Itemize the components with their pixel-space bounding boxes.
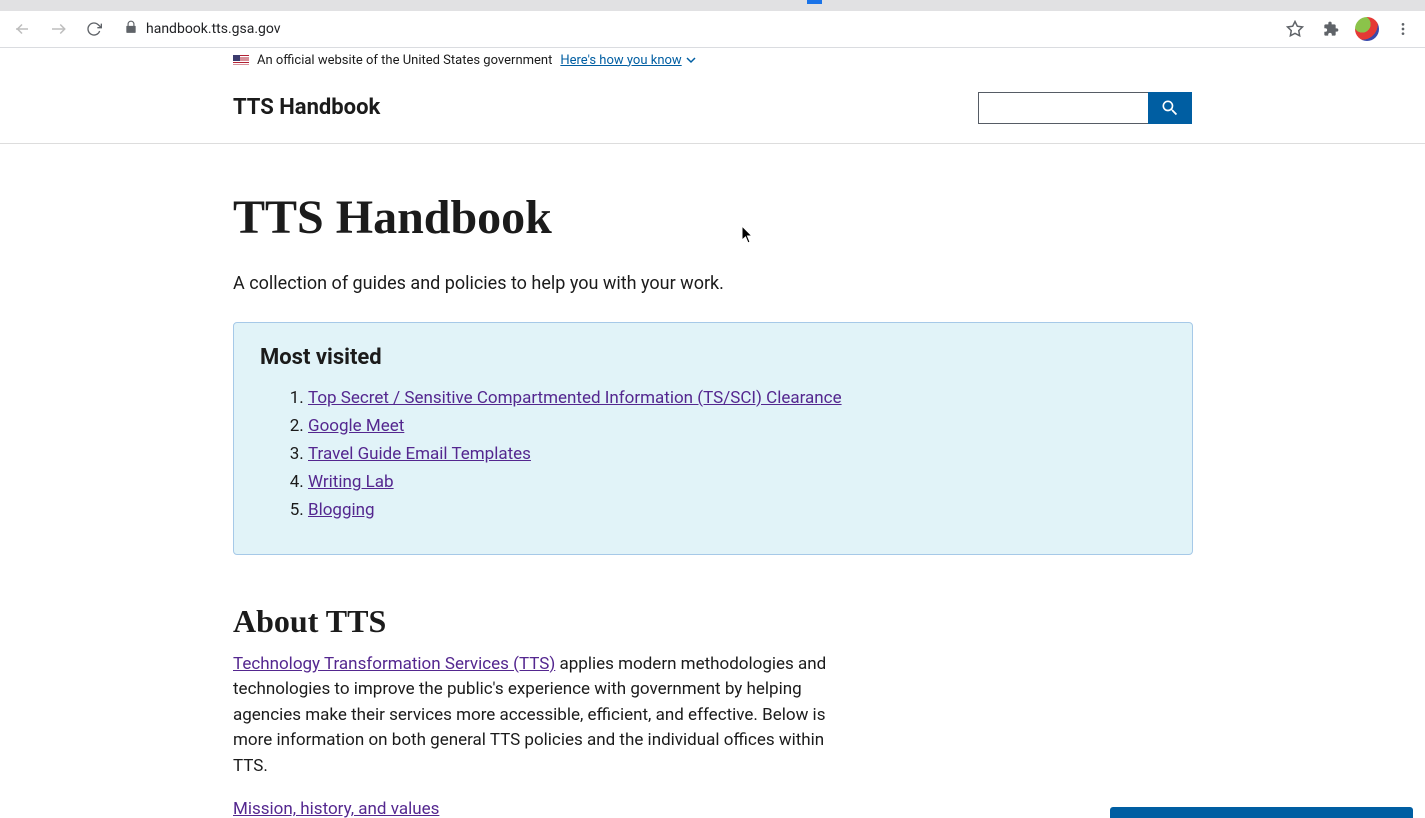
forward-button[interactable]	[44, 15, 72, 43]
mission-link-line: Mission, history, and values	[233, 799, 1192, 818]
feedback-tab[interactable]	[1110, 807, 1413, 818]
arrow-right-icon	[49, 20, 67, 38]
most-visited-link[interactable]: Writing Lab	[308, 472, 394, 492]
menu-button[interactable]	[1389, 15, 1417, 43]
reload-button[interactable]	[80, 15, 108, 43]
most-visited-link[interactable]: Google Meet	[308, 416, 404, 436]
reload-icon	[86, 21, 102, 37]
avatar-icon	[1355, 17, 1379, 41]
browser-toolbar: handbook.tts.gsa.gov	[0, 11, 1425, 47]
list-item: Google Meet	[308, 416, 1166, 436]
search-form	[978, 92, 1192, 124]
search-input[interactable]	[978, 92, 1148, 124]
extensions-button[interactable]	[1317, 15, 1345, 43]
profile-button[interactable]	[1353, 15, 1381, 43]
site-header: TTS Handbook	[0, 72, 1425, 144]
url-text: handbook.tts.gsa.gov	[146, 21, 281, 37]
address-bar[interactable]: handbook.tts.gsa.gov	[124, 20, 281, 38]
page-title: TTS Handbook	[233, 192, 1192, 245]
most-visited-link[interactable]: Travel Guide Email Templates	[308, 444, 531, 464]
list-item: Writing Lab	[308, 472, 1166, 492]
bookmark-button[interactable]	[1281, 15, 1309, 43]
star-icon	[1286, 20, 1304, 38]
chevron-down-icon	[686, 55, 696, 65]
main-content: TTS Handbook A collection of guides and …	[0, 144, 1425, 818]
lock-icon	[124, 20, 138, 38]
search-icon	[1160, 98, 1180, 118]
list-item: Blogging	[308, 500, 1166, 520]
most-visited-heading: Most visited	[260, 345, 1166, 370]
back-button[interactable]	[8, 15, 36, 43]
about-heading: About TTS	[233, 603, 1192, 640]
page-body: An official website of the United States…	[0, 48, 1425, 818]
gov-banner: An official website of the United States…	[0, 48, 1425, 72]
most-visited-box: Most visited Top Secret / Sensitive Comp…	[233, 322, 1193, 555]
most-visited-list: Top Secret / Sensitive Compartmented Inf…	[260, 388, 1166, 520]
list-item: Travel Guide Email Templates	[308, 444, 1166, 464]
gov-banner-toggle[interactable]: Here's how you know	[560, 53, 695, 68]
active-tab-indicator	[807, 0, 822, 4]
us-flag-icon	[233, 55, 249, 66]
kebab-icon	[1395, 21, 1411, 37]
page-lede: A collection of guides and policies to h…	[233, 273, 1192, 294]
about-tts-link[interactable]: Technology Transformation Services (TTS)	[233, 654, 555, 674]
most-visited-link[interactable]: Top Secret / Sensitive Compartmented Inf…	[308, 388, 842, 408]
gov-banner-link-text: Here's how you know	[560, 53, 681, 68]
gov-banner-text: An official website of the United States…	[257, 53, 552, 68]
search-button[interactable]	[1148, 92, 1192, 124]
most-visited-link[interactable]: Blogging	[308, 500, 375, 520]
list-item: Top Secret / Sensitive Compartmented Inf…	[308, 388, 1166, 408]
arrow-left-icon	[13, 20, 31, 38]
site-title: TTS Handbook	[233, 95, 380, 120]
mission-link[interactable]: Mission, history, and values	[233, 799, 439, 818]
about-paragraph: Technology Transformation Services (TTS)…	[233, 652, 833, 780]
puzzle-icon	[1323, 21, 1339, 37]
tab-strip	[0, 0, 1425, 11]
